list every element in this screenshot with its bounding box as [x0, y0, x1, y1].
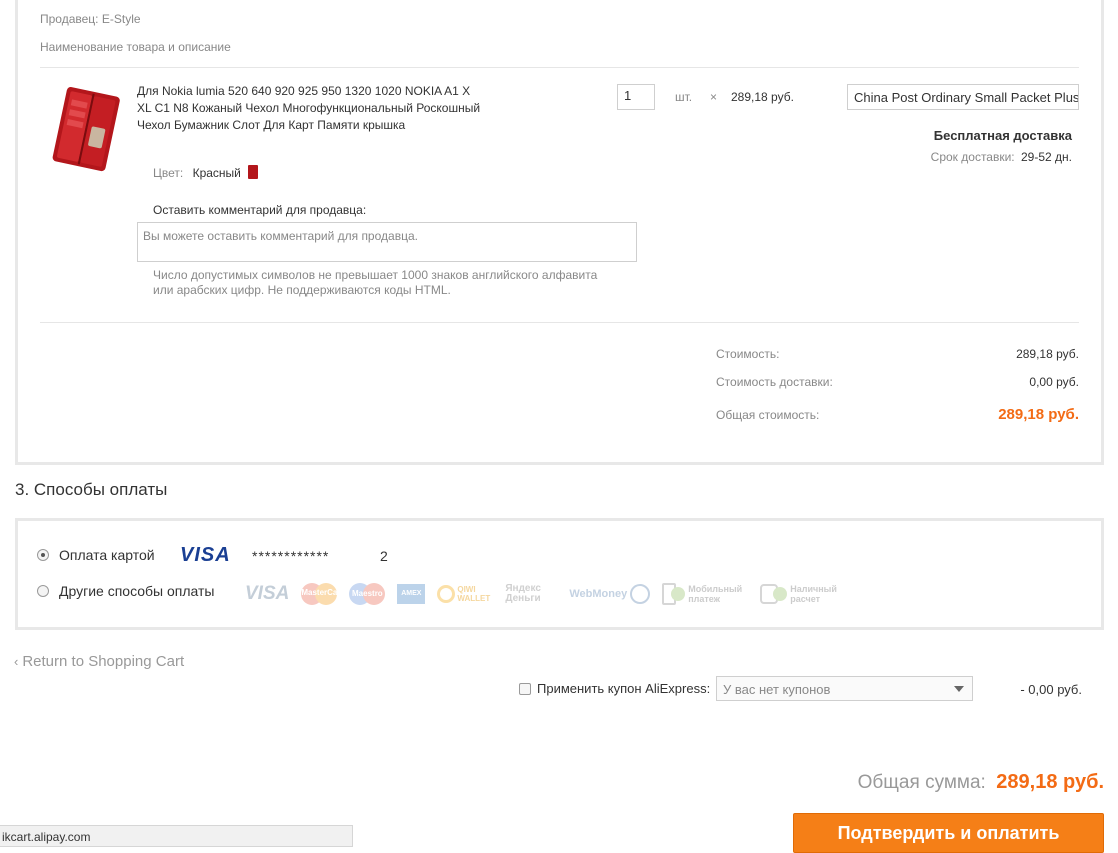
divider [40, 322, 1079, 323]
ruble-circle-icon [671, 587, 686, 601]
cost-value: 289,18 руб. [1016, 347, 1079, 361]
product-image[interactable] [45, 85, 127, 175]
card-number-suffix: 2 [380, 548, 388, 564]
yandex-money-logo: Яндекс Деньги [505, 583, 541, 604]
shipping-cost-label: Стоимость доставки: [716, 375, 833, 389]
unit-label: шт. [675, 90, 693, 104]
return-to-cart-text: Return to Shopping Cart [22, 653, 185, 670]
free-shipping: Бесплатная доставка [933, 128, 1072, 143]
card-payment-label[interactable]: Оплата картой [59, 547, 155, 563]
total-label: Общая стоимость: [716, 408, 820, 422]
delivery-time: Срок доставки: 29-52 дн. [880, 150, 1072, 164]
return-to-cart-link[interactable]: ‹ Return to Shopping Cart [14, 653, 184, 670]
chevron-left-icon: ‹ [14, 654, 19, 669]
comment-hint: Число допустимых символов не превышает 1… [153, 268, 598, 297]
color-value: Красный [192, 166, 241, 180]
visa-logo: VISA [180, 544, 231, 566]
seller-info: Продавец: E-Style [40, 12, 141, 26]
coupon-select-value: У вас нет купонов [723, 682, 831, 697]
unit-price: 289,18 руб. [731, 90, 794, 104]
card-payment-radio[interactable] [37, 549, 49, 561]
cash-payment-logo: Наличный расчет [760, 584, 846, 604]
divider [40, 67, 1079, 68]
comment-textarea[interactable]: Вы можете оставить комментарий для прода… [137, 222, 637, 262]
dropdown-arrow-icon [954, 686, 964, 692]
visa-faint-logo: VISA [245, 583, 290, 604]
maestro-logo: Maestro [349, 583, 386, 605]
mastercard-logo: MasterCard [301, 583, 345, 605]
product-title[interactable]: Для Nokia lumia 520 640 920 925 950 1320… [137, 83, 482, 134]
browser-status-bar: ikcart.alipay.com [0, 825, 353, 847]
grand-total: Общая сумма: 289,18 руб. [760, 771, 1104, 794]
confirm-and-pay-button[interactable]: Подтвердить и оплатить [793, 813, 1104, 853]
coupon-select[interactable]: У вас нет купонов [716, 676, 973, 701]
seller-label: Продавец: [40, 12, 99, 26]
ruble-circle-icon [773, 587, 788, 601]
grand-total-value: 289,18 руб. [996, 771, 1104, 793]
coupon-checkbox[interactable] [519, 683, 531, 695]
color-swatch-icon[interactable] [248, 165, 259, 179]
times-sign: × [710, 90, 718, 104]
payment-panel [15, 518, 1104, 630]
globe-icon [630, 584, 651, 604]
delivery-label: Срок доставки: [930, 150, 1015, 164]
seller-name[interactable]: E-Style [102, 12, 141, 26]
color-label: Цвет: [153, 166, 184, 180]
shipping-cost-value: 0,00 руб. [1029, 375, 1079, 389]
grand-total-label: Общая сумма: [857, 772, 986, 793]
card-number-mask: ************ [252, 548, 330, 564]
amex-logo: AMEX [397, 584, 426, 604]
total-value: 289,18 руб. [998, 406, 1079, 423]
mobile-payment-logo: Мобильный платеж [662, 583, 748, 605]
other-payment-radio[interactable] [37, 585, 49, 597]
payment-section-title: 3. Способы оплаты [15, 480, 168, 499]
other-payment-label[interactable]: Другие способы оплаты [59, 583, 214, 599]
qiwi-logo: QIWI WALLET [437, 585, 493, 603]
quantity-input[interactable]: 1 [617, 84, 655, 110]
coupon-discount: - 0,00 руб. [1020, 682, 1082, 697]
comment-label: Оставить комментарий для продавца: [153, 203, 367, 217]
webmoney-logo: WebMoney [569, 584, 651, 604]
coupon-label[interactable]: Применить купон AliExpress: [537, 681, 710, 696]
payment-logos: VISA MasterCard Maestro AMEX QIWI WALLET… [245, 581, 846, 607]
color-row: Цвет: Красный [153, 165, 259, 180]
delivery-value: 29-52 дн. [1021, 150, 1072, 164]
cost-label: Стоимость: [716, 347, 780, 361]
shipping-method-select[interactable]: China Post Ordinary Small Packet Plus [847, 84, 1079, 110]
items-header: Наименование товара и описание [40, 40, 231, 54]
